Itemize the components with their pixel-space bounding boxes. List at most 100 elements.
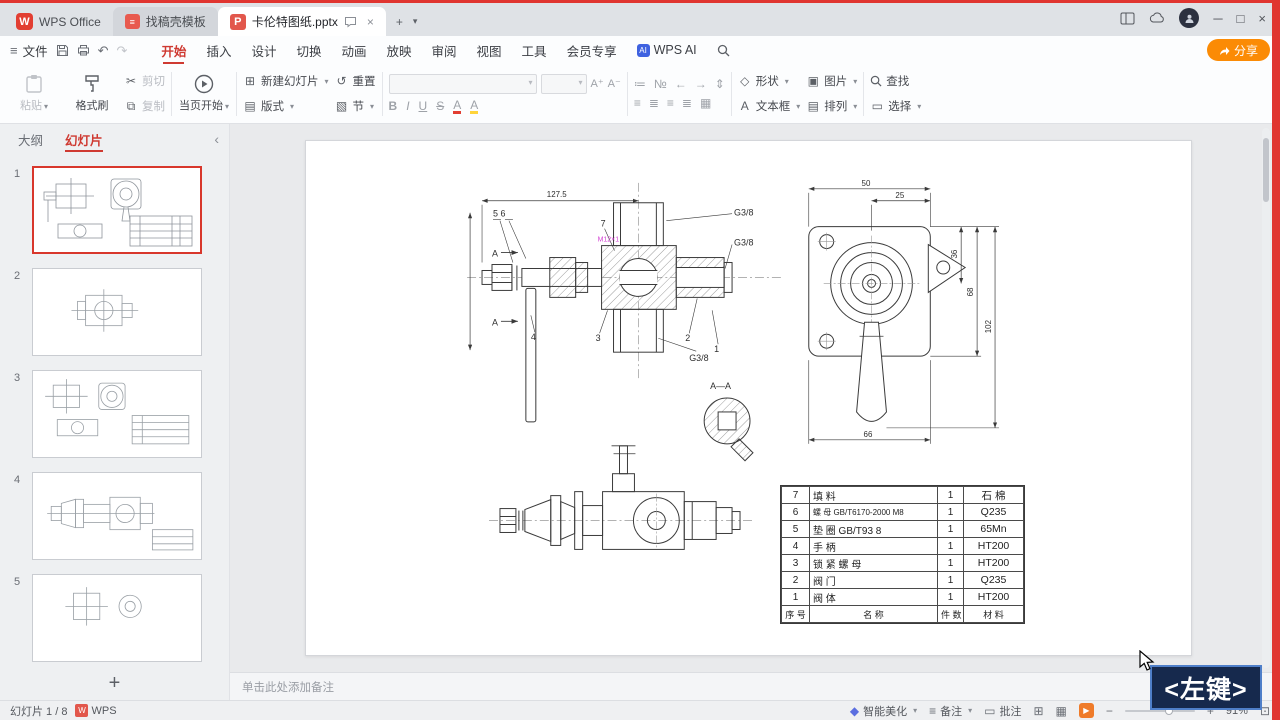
slide-thumb-2[interactable]: 2 [0, 264, 229, 366]
search-icon[interactable] [717, 44, 730, 57]
doc-tab-template[interactable]: ≡ 找稿壳模板 [113, 7, 218, 36]
bom-cell: 阀 体 [810, 589, 938, 606]
bom-cell: 7 [782, 487, 810, 504]
picture-button[interactable]: ▣图片▾ [806, 71, 857, 91]
wps-ai-button[interactable]: AIWPS AI [637, 43, 697, 57]
shapes-button[interactable]: ◇形状▾ [738, 71, 801, 91]
undo-icon[interactable]: ↶ [98, 44, 109, 57]
thumbnail[interactable] [32, 472, 202, 560]
cloud-sync-icon[interactable] [1149, 12, 1165, 24]
notes-bar[interactable]: 单击此处添加备注 [230, 672, 1280, 700]
close-doc-icon[interactable]: × [367, 15, 374, 29]
tab-list-icon[interactable]: ▾ [413, 16, 418, 27]
layout-panes-icon[interactable] [1120, 12, 1135, 25]
cut-button[interactable]: ✂剪切 [124, 71, 165, 91]
arrange-button[interactable]: ▤排列▾ [806, 96, 857, 116]
font-color-button[interactable]: A [453, 99, 461, 114]
doc-tab-active[interactable]: P 卡伦特图纸.pptx × [218, 7, 386, 36]
bold-button[interactable]: B [389, 99, 398, 113]
scrollbar-thumb[interactable] [1263, 138, 1269, 202]
indent-increase-button[interactable]: → [695, 77, 707, 91]
align-center-button[interactable]: ≣ [649, 96, 659, 110]
tab-review[interactable]: 审阅 [432, 36, 457, 64]
slide-thumb-5[interactable]: 5 [0, 570, 229, 666]
reset-button[interactable]: ↺重置 [335, 71, 376, 91]
indent-decrease-button[interactable]: ← [675, 77, 687, 91]
tab-outline[interactable]: 大纲 [18, 124, 43, 154]
strikethrough-button[interactable]: S [436, 99, 444, 113]
section-button[interactable]: ▧节▾ [335, 96, 376, 116]
brush-icon [83, 74, 101, 94]
new-slide-button[interactable]: ⊞新建幻灯片▾ [243, 71, 329, 91]
slideshow-button[interactable]: ▶ [1079, 703, 1094, 718]
notes-button[interactable]: ≡备注▾ [929, 703, 972, 719]
tab-insert[interactable]: 插入 [206, 36, 231, 64]
thumbnail[interactable] [32, 574, 202, 662]
numbering-button[interactable]: № [654, 77, 667, 91]
file-menu[interactable]: ≡ 文件 [10, 41, 48, 60]
bom-cell: 螺 母 GB/T6170-2000 M8 [810, 504, 938, 521]
play-from-current-button[interactable]: 当页开始▾ [178, 67, 230, 121]
collapse-panel-icon[interactable]: ‹ [214, 131, 219, 147]
close-window-icon[interactable]: × [1258, 11, 1266, 26]
bullets-button[interactable]: ≔ [634, 77, 646, 91]
home-tab[interactable]: W WPS Office [6, 7, 111, 36]
tab-tools[interactable]: 工具 [522, 36, 547, 64]
find-button[interactable]: 查找 [870, 71, 921, 91]
comments-button[interactable]: ▭批注 [984, 703, 1021, 719]
canvas-scrollbar[interactable] [1262, 128, 1270, 668]
layout-button[interactable]: ▤版式▾ [243, 96, 329, 116]
align-justify-button[interactable]: ≣ [682, 96, 692, 110]
italic-button[interactable]: I [406, 99, 409, 113]
bom-cell: 垫 圈 GB/T93 8 [810, 521, 938, 538]
tab-slideshow[interactable]: 放映 [387, 36, 412, 64]
bom-row: 5垫 圈 GB/T93 8165Mn [782, 521, 1024, 538]
tab-design[interactable]: 设计 [251, 36, 276, 64]
minimize-icon[interactable]: ─ [1213, 11, 1222, 26]
add-slide-button[interactable]: + [0, 666, 229, 700]
maximize-icon[interactable]: □ [1237, 11, 1245, 26]
slide-canvas[interactable]: 127.5 5 6 7 M12×1 G3/8 G3/8 G3/8 A A 4 3… [305, 140, 1192, 656]
textbox-button[interactable]: A文本框▾ [738, 96, 801, 116]
tab-animation[interactable]: 动画 [341, 36, 366, 64]
slide-sorter-button[interactable]: ▦ [1056, 704, 1067, 718]
zoom-out-button[interactable]: − [1106, 704, 1113, 718]
beautify-button[interactable]: ◆智能美化▾ [850, 703, 917, 719]
select-button[interactable]: ▭选择▾ [870, 96, 921, 116]
tab-slides[interactable]: 幻灯片 [65, 124, 103, 154]
bom-cell: 3 [782, 555, 810, 572]
linespacing-button[interactable]: ⇕ [715, 77, 725, 91]
share-button[interactable]: 分享 [1207, 39, 1270, 61]
font-size-select[interactable] [541, 74, 587, 94]
tab-view[interactable]: 视图 [477, 36, 502, 64]
highlight-button[interactable]: A [470, 99, 478, 114]
tab-transition[interactable]: 切换 [296, 36, 321, 64]
tab-home[interactable]: 开始 [161, 36, 186, 64]
slide-thumb-3[interactable]: 3 [0, 366, 229, 468]
editor-canvas[interactable]: 127.5 5 6 7 M12×1 G3/8 G3/8 G3/8 A A 4 3… [230, 124, 1280, 672]
format-painter-button[interactable]: 格式刷 [66, 67, 118, 121]
columns-button[interactable]: ▦ [700, 96, 711, 110]
new-tab-icon[interactable]: + [396, 15, 403, 29]
increase-font-button[interactable]: A⁺ [591, 77, 604, 90]
align-left-button[interactable]: ≡ [634, 96, 641, 110]
underline-button[interactable]: U [419, 99, 428, 113]
redo-icon[interactable]: ↷ [117, 44, 128, 57]
align-right-button[interactable]: ≡ [667, 96, 674, 110]
print-icon[interactable] [77, 44, 90, 56]
thumbnail[interactable] [32, 370, 202, 458]
font-family-select[interactable] [389, 74, 537, 94]
bom-cell: 阀 门 [810, 572, 938, 589]
avatar[interactable] [1179, 8, 1199, 28]
slide-thumb-1[interactable]: 1 [0, 162, 229, 264]
save-icon[interactable] [56, 44, 69, 57]
normal-view-button[interactable]: ⊞ [1033, 704, 1043, 718]
comment-bubble-icon[interactable] [344, 16, 357, 28]
thumbnail-selected[interactable] [32, 166, 202, 254]
copy-button[interactable]: ⧉复制 [124, 96, 165, 116]
decrease-font-button[interactable]: A⁻ [608, 77, 621, 90]
thumbnail[interactable] [32, 268, 202, 356]
paste-button[interactable]: 粘贴▾ [8, 67, 60, 121]
slide-thumb-4[interactable]: 4 [0, 468, 229, 570]
tab-member[interactable]: 会员专享 [567, 36, 617, 64]
